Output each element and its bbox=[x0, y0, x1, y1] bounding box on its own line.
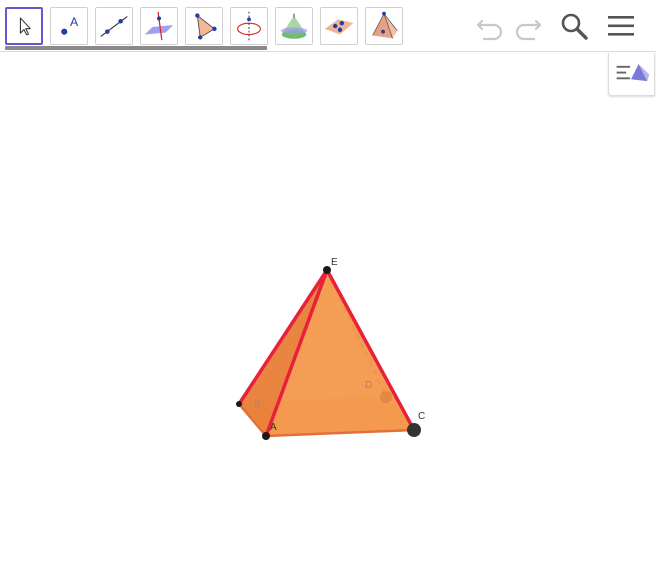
arrow-cursor-icon bbox=[19, 17, 31, 36]
search-button[interactable] bbox=[557, 9, 591, 43]
svg-text:A: A bbox=[70, 15, 79, 29]
rotate-around-line-tool-button[interactable] bbox=[230, 7, 268, 45]
toolbar-scroll-indicator[interactable] bbox=[5, 46, 267, 50]
menu-button[interactable] bbox=[604, 9, 638, 43]
perpendicular-tool-button[interactable] bbox=[140, 7, 178, 45]
graphics-3d-view[interactable]: E B A C D bbox=[0, 52, 656, 564]
polygon-tool-button[interactable] bbox=[185, 7, 223, 45]
move-tool-button[interactable] bbox=[5, 7, 43, 45]
pyramid-icon bbox=[372, 11, 398, 39]
point-e[interactable] bbox=[323, 266, 331, 274]
point-label-a: A bbox=[270, 422, 277, 433]
point-label-c: C bbox=[418, 411, 425, 422]
point-a[interactable] bbox=[262, 432, 270, 440]
view-points-icon bbox=[324, 19, 354, 35]
point-label-e: E bbox=[331, 257, 338, 268]
redo-button[interactable] bbox=[510, 9, 544, 43]
search-icon bbox=[561, 13, 588, 40]
point-b[interactable] bbox=[236, 401, 242, 407]
rotation-axis-icon bbox=[237, 11, 261, 41]
point-tool-button[interactable]: A bbox=[50, 7, 88, 45]
line-icon bbox=[100, 16, 128, 37]
undo-button[interactable] bbox=[474, 9, 508, 43]
point-icon: A bbox=[61, 15, 79, 35]
pyramid-tool-button[interactable] bbox=[365, 7, 403, 45]
toolbar: A bbox=[0, 0, 656, 52]
hamburger-menu-icon bbox=[608, 16, 634, 36]
view-tool-button[interactable] bbox=[320, 7, 358, 45]
point-c[interactable] bbox=[407, 423, 421, 437]
triangle-icon bbox=[195, 13, 217, 40]
point-label-b: B bbox=[254, 399, 261, 410]
line-tool-button[interactable] bbox=[95, 7, 133, 45]
redo-icon bbox=[515, 19, 542, 41]
point-label-d: D bbox=[365, 380, 372, 391]
cone-icon bbox=[280, 13, 308, 39]
cone-tool-button[interactable] bbox=[275, 7, 313, 45]
point-d[interactable] bbox=[380, 391, 392, 403]
perpendicular-plane-icon bbox=[144, 11, 174, 41]
undo-icon bbox=[476, 19, 503, 41]
